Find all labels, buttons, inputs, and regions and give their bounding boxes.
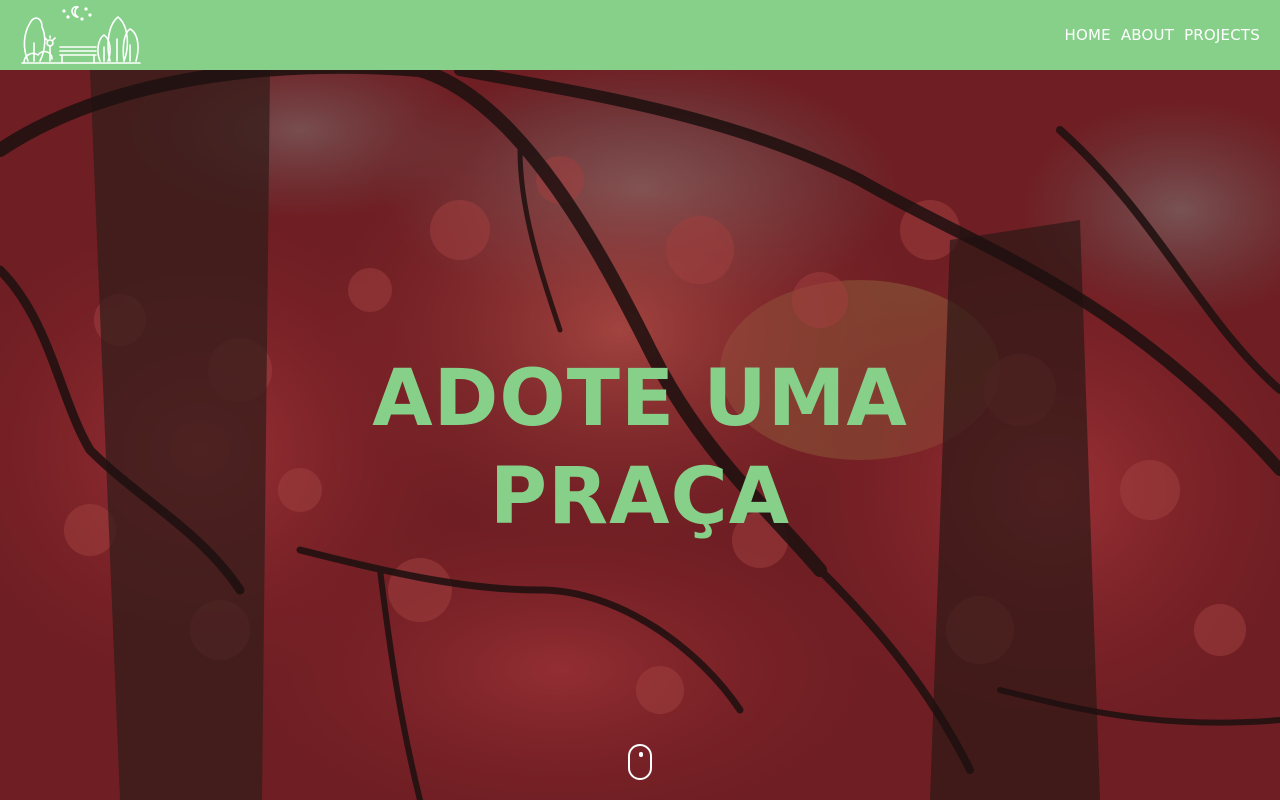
- mouse-scroll-icon[interactable]: [628, 744, 652, 780]
- hero-section: ADOTE UMA PRAÇA: [0, 70, 1280, 800]
- hero-title-line2: PRAÇA: [489, 452, 791, 542]
- hero-title-line1: ADOTE UMA: [372, 354, 908, 444]
- nav-link-home[interactable]: HOME: [1065, 26, 1111, 44]
- scroll-wheel-dot: [639, 752, 643, 757]
- nav-link-projects[interactable]: PROJECTS: [1184, 26, 1260, 44]
- navbar: HOME ABOUT PROJECTS: [0, 0, 1280, 70]
- nav-links: HOME ABOUT PROJECTS: [1065, 26, 1261, 44]
- nav-link-about[interactable]: ABOUT: [1121, 26, 1174, 44]
- park-trees-bench-logo-icon[interactable]: [20, 3, 142, 67]
- hero-title: ADOTE UMA PRAÇA: [0, 350, 1280, 546]
